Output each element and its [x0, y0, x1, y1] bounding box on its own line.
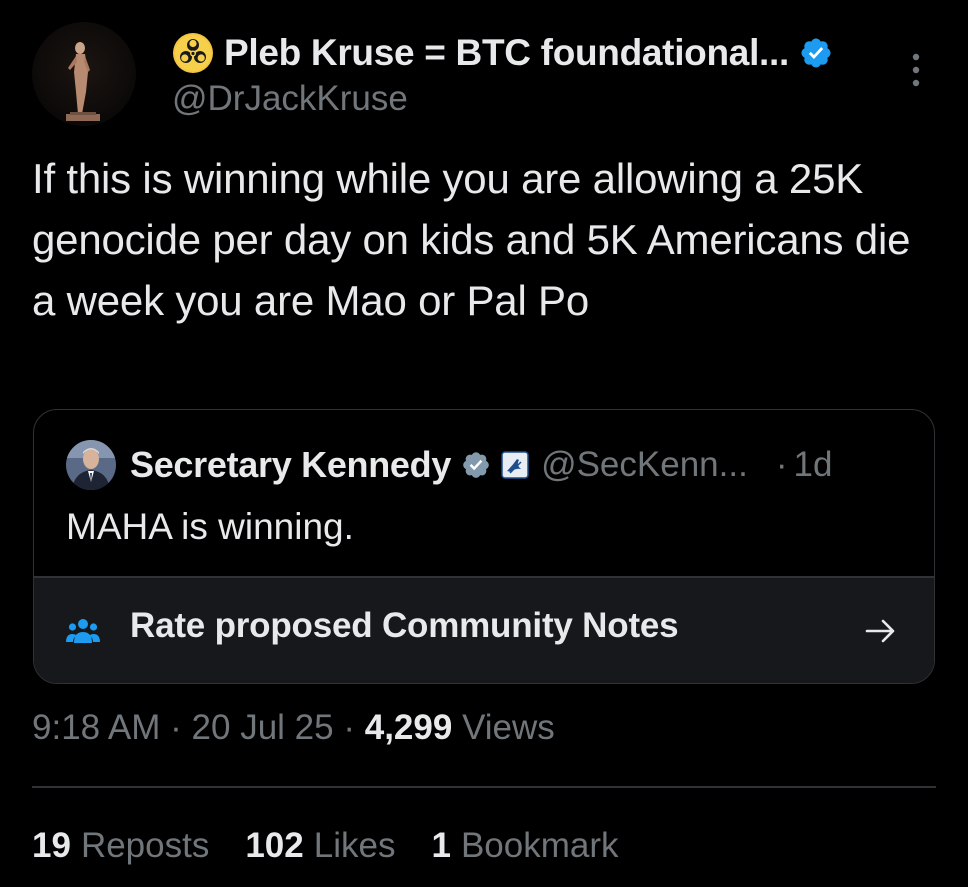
quoted-tweet-header: Secretary Kennedy @SecKenn... · 1d — [66, 440, 832, 490]
rate-community-notes-label[interactable]: Rate proposed Community Notes — [130, 606, 679, 646]
verified-badge-icon[interactable] — [799, 36, 833, 70]
quoted-author-avatar[interactable] — [66, 440, 116, 490]
reposts-stat[interactable]: 19 Reposts — [32, 826, 209, 866]
tweet-text: If this is winning while you are allowin… — [32, 155, 911, 324]
reposts-label: Reposts — [80, 826, 210, 865]
views-count[interactable]: 4,299 — [365, 708, 453, 747]
hhs-eagle-icon[interactable] — [501, 451, 529, 479]
author-display-name[interactable]: Pleb Kruse = BTC foundational... — [224, 32, 789, 74]
likes-label: Likes — [313, 826, 396, 865]
bookmarks-count: 1 — [431, 826, 451, 865]
views-label[interactable]: Views — [462, 708, 555, 747]
verified-badge-icon[interactable] — [461, 450, 491, 480]
quoted-tweet-time[interactable]: 1d — [793, 445, 832, 485]
likes-stat[interactable]: 102 Likes — [245, 826, 395, 866]
bookmarks-stat[interactable]: 1 Bookmark — [431, 826, 618, 866]
tweet-header: Pleb Kruse = BTC foundational... @DrJack… — [32, 22, 942, 128]
more-options-icon[interactable] — [904, 50, 928, 90]
likes-count: 102 — [245, 826, 304, 865]
tweet-time[interactable]: 9:18 AM — [32, 708, 160, 747]
people-icon — [66, 619, 100, 643]
separator-dot: · — [170, 708, 182, 747]
reposts-count: 19 — [32, 826, 71, 865]
quoted-author-name[interactable]: Secretary Kennedy — [130, 444, 451, 486]
author-avatar[interactable] — [32, 22, 136, 126]
person-avatar-icon — [66, 440, 116, 490]
tweet-meta: 9:18 AM · 20 Jul 25 · 4,299 Views — [32, 708, 555, 748]
rate-community-notes-button[interactable]: Rate proposed Community Notes — [34, 578, 934, 683]
statue-avatar-icon — [66, 42, 100, 121]
quoted-tweet[interactable]: Secretary Kennedy @SecKenn... · 1d MAHA … — [33, 409, 935, 684]
author-handle[interactable]: @DrJackKruse — [172, 79, 408, 119]
bookmarks-label: Bookmark — [460, 826, 619, 865]
quoted-author-handle[interactable]: @SecKenn... — [541, 445, 748, 485]
stats-divider — [32, 786, 936, 788]
biohazard-icon — [173, 33, 213, 73]
engagement-stats: 19 Reposts 102 Likes 1 Bookmark — [32, 826, 655, 866]
quoted-tweet-text: MAHA is winning. — [66, 506, 354, 547]
arrow-right-icon[interactable] — [864, 616, 898, 646]
tweet-date[interactable]: 20 Jul 25 — [192, 708, 334, 747]
separator-dot: · — [775, 445, 788, 484]
separator-dot: · — [343, 708, 355, 747]
author-name-row[interactable]: Pleb Kruse = BTC foundational... — [172, 30, 833, 76]
